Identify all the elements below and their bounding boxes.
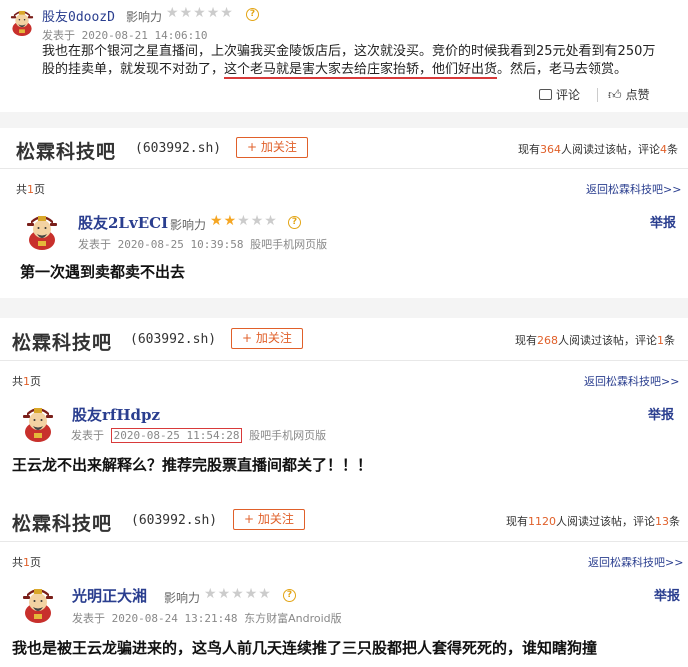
post-content: 第一次遇到卖都卖不出去: [20, 263, 186, 281]
separator-band: [0, 479, 688, 499]
avatar[interactable]: [23, 212, 61, 250]
post-time-highlight: 2020-08-25 11:54:28: [110, 428, 243, 443]
stock-code: (603992.sh): [135, 141, 222, 156]
post-content-line2-a: 股的挂卖单，就发现不对劲了，: [42, 62, 225, 77]
follow-button[interactable]: + 加关注: [231, 328, 303, 349]
influence-stars: ★★★★★: [204, 586, 272, 602]
back-to-forum-link[interactable]: 返回松霖科技吧>>: [584, 373, 679, 389]
star-icon: ★: [179, 5, 194, 21]
star-icon: ★: [206, 5, 221, 21]
report-button[interactable]: 举报: [650, 212, 676, 231]
star-icon: ★: [217, 586, 232, 602]
back-to-forum-link[interactable]: 返回松霖科技吧>>: [588, 554, 683, 570]
divider: [0, 360, 688, 361]
divider: [0, 168, 688, 169]
influence-stars: ★★★★★: [210, 213, 278, 229]
help-icon[interactable]: ?: [246, 8, 259, 21]
username-link[interactable]: 光明正大湘: [72, 585, 147, 606]
post-content-line1: 我也在那个银河之星直播间，上次骗我买金陵饭店后，这次就没买。竞价的时候我看到25…: [42, 44, 656, 59]
star-icon: ★: [210, 213, 224, 229]
star-icon: ★: [264, 213, 278, 229]
star-icon: ★: [166, 5, 180, 21]
stock-code: (603992.sh): [130, 332, 217, 347]
follow-button[interactable]: + 加关注: [236, 137, 308, 158]
username-link[interactable]: 股友2LvECI: [78, 212, 168, 233]
divider: [0, 541, 688, 542]
forum-title[interactable]: 松霖科技吧: [12, 328, 112, 355]
star-icon: ★: [204, 586, 218, 602]
star-icon: ★: [244, 586, 259, 602]
star-icon: ★: [231, 586, 245, 602]
page-count: 共1页: [16, 183, 45, 196]
reply-label: 评论: [556, 88, 581, 102]
username-link[interactable]: 股友rfHdpz: [72, 404, 160, 425]
page-count: 共1页: [12, 375, 41, 388]
forum-title[interactable]: 松霖科技吧: [16, 137, 116, 164]
page-count: 共1页: [12, 556, 41, 569]
influence-label: 影响力: [170, 218, 207, 232]
forum-thread-1: 松霖科技吧 (603992.sh) + 加关注 现有364人阅读过该帖，评论4条…: [0, 128, 688, 316]
reply-button[interactable]: 评论: [539, 86, 580, 103]
post-time: 发表于 2020-08-25 10:39:58 股吧手机网页版: [78, 238, 328, 251]
report-button[interactable]: 举报: [654, 585, 680, 604]
reader-stats: 现有1120人阅读过该帖，评论13条: [506, 515, 680, 528]
reader-stats: 现有268人阅读过该帖，评论1条: [515, 334, 675, 347]
influence-label: 影响力: [164, 591, 201, 605]
star-icon: ★: [193, 5, 207, 21]
stock-code: (603992.sh): [131, 513, 218, 528]
star-icon: ★: [258, 586, 272, 602]
forum-thread-2: 松霖科技吧 (603992.sh) + 加关注 现有268人阅读过该帖，评论1条…: [0, 318, 688, 498]
forum-thread-3: 松霖科技吧 (603992.sh) + 加关注 现有1120人阅读过该帖，评论1…: [0, 499, 688, 667]
post-content: 我也是被王云龙骗进来的，这鸟人前几天连续推了三只股都把人套得死死的，谁知瞎狗撞: [12, 639, 598, 657]
avatar[interactable]: [19, 404, 57, 442]
reader-stats: 现有364人阅读过该帖，评论4条: [518, 143, 678, 156]
star-icon: ★: [223, 213, 238, 229]
star-icon: ★: [250, 213, 265, 229]
post-content: 王云龙不出来解释么？推荐完股票直播间都关了！！！: [12, 456, 373, 474]
star-icon: ★: [220, 5, 234, 21]
username-link[interactable]: 股友0doozD: [42, 6, 115, 25]
post-time: 发表于 2020-08-25 11:54:28 股吧手机网页版: [71, 428, 327, 443]
star-icon: ★: [237, 213, 251, 229]
like-label: 点赞: [625, 88, 650, 102]
follow-button[interactable]: + 加关注: [233, 509, 305, 530]
separator-band: [0, 112, 688, 128]
back-to-forum-link[interactable]: 返回松霖科技吧>>: [586, 181, 681, 197]
comment-icon: [539, 89, 552, 100]
help-icon[interactable]: ?: [283, 589, 296, 602]
post-content: 我也在那个银河之星直播间，上次骗我买金陵饭店后，这次就没买。竞价的时候我看到25…: [42, 43, 682, 79]
avatar[interactable]: [19, 585, 57, 623]
post-content-line2-c: 。然后，老马去领赏。: [497, 62, 628, 77]
forum-title[interactable]: 松霖科技吧: [12, 509, 112, 536]
help-icon[interactable]: ?: [288, 216, 301, 229]
report-button[interactable]: 举报: [648, 404, 674, 423]
post-content-highlight: 这个老马就是害大家去给庄家抬轿，他们好出货: [224, 62, 498, 79]
avatar[interactable]: [8, 8, 36, 36]
divider: [597, 88, 598, 102]
separator-band: [0, 298, 688, 318]
like-button[interactable]: 👍︎ 点赞: [608, 86, 650, 103]
influence-label: 影响力: [126, 10, 163, 24]
post-time: 发表于 2020-08-21 14:06:10: [42, 29, 208, 42]
post-time: 发表于 2020-08-24 13:21:48 东方财富Android版: [72, 612, 342, 625]
influence-stars: ★★★★★: [166, 5, 234, 21]
thumbs-up-icon: 👍︎: [608, 88, 622, 103]
